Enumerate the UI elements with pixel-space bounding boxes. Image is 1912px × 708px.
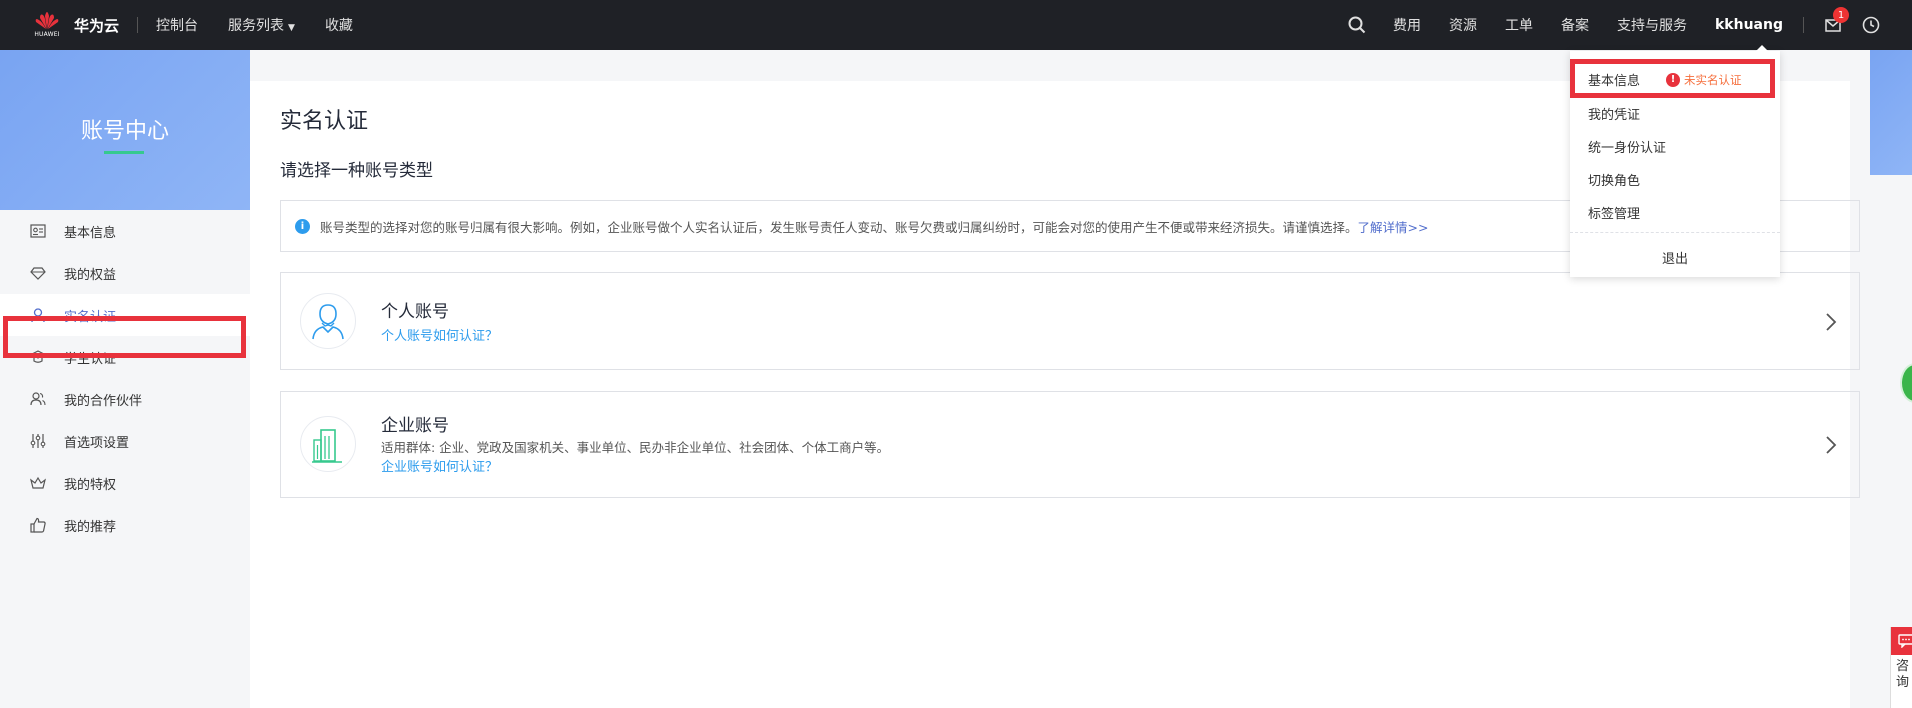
sidebar-item-basic-info[interactable]: 基本信息 — [0, 210, 250, 252]
logout-button[interactable]: 退出 — [1570, 248, 1780, 267]
consult-widget[interactable]: 咨 询 — [1890, 627, 1912, 708]
chevron-right-icon — [1826, 313, 1837, 331]
nav-support[interactable]: 支持与服务 — [1617, 15, 1687, 35]
notice-text: 账号类型的选择对您的账号归属有很大影响。例如，企业账号做个人实名认证后，发生账号… — [320, 219, 1358, 235]
menu-item-iam[interactable]: 统一身份认证 — [1588, 137, 1666, 156]
user-dropdown-menu: 基本信息 ! 未实名认证 我的凭证 统一身份认证 切换角色 标签管理 退出 — [1570, 45, 1780, 277]
building-icon — [300, 416, 356, 472]
mail-icon[interactable]: 1 — [1824, 7, 1849, 34]
title-underline — [104, 151, 144, 154]
sidebar-item-benefits[interactable]: 我的权益 — [0, 252, 250, 294]
divider — [1803, 17, 1804, 33]
nav-icp-filing[interactable]: 备案 — [1561, 15, 1589, 35]
chevron-right-icon — [1826, 436, 1837, 454]
top-navbar: HUAWEI 华为云 控制台 服务列表 ▼ 收藏 费用 资源 工单 备案 支持与服… — [0, 0, 1912, 50]
menu-item-credentials[interactable]: 我的凭证 — [1588, 104, 1640, 123]
nav-billing[interactable]: 费用 — [1393, 15, 1421, 35]
brand-name: 华为云 — [74, 16, 120, 35]
sidebar-item-referrals[interactable]: 我的推荐 — [0, 504, 250, 546]
sidebar-item-label: 我的推荐 — [64, 519, 117, 535]
sliders-icon — [30, 434, 46, 448]
floating-assistant-button[interactable] — [1900, 363, 1912, 403]
nav-service-list-label: 服务列表 — [228, 18, 285, 34]
nav-favorites[interactable]: 收藏 — [325, 15, 353, 35]
thumbs-up-icon — [30, 517, 46, 533]
caret-down-icon: ▼ — [288, 23, 295, 33]
sidebar-item-label: 首选项设置 — [64, 435, 130, 451]
sidebar-item-label: 基本信息 — [64, 225, 117, 241]
sidebar-item-label: 学生认证 — [64, 351, 117, 367]
sidebar: 基本信息 我的权益 实名认证 学生认证 我的合作伙伴 首选项设置 我的特权 我的… — [0, 210, 250, 546]
search-icon[interactable] — [1347, 15, 1367, 35]
personal-account-help-link[interactable]: 个人账号如何认证？ — [381, 325, 498, 344]
menu-item-basic-info[interactable]: 基本信息 ! 未实名认证 — [1588, 70, 1742, 89]
user-menu-trigger[interactable]: kkhuang — [1715, 17, 1783, 33]
nav-service-list[interactable]: 服务列表 ▼ — [228, 15, 295, 35]
huawei-petal-icon — [35, 12, 59, 29]
profile-card-icon — [30, 224, 46, 238]
nav-tickets[interactable]: 工单 — [1505, 15, 1533, 35]
nav-console[interactable]: 控制台 — [156, 15, 198, 35]
menu-item-tag-management[interactable]: 标签管理 — [1588, 203, 1640, 222]
sidebar-item-preferences[interactable]: 首选项设置 — [0, 420, 250, 462]
learn-more-link[interactable]: 了解详情>> — [1358, 217, 1429, 236]
info-icon: i — [295, 218, 310, 234]
personal-account-option[interactable]: 个人账号 个人账号如何认证？ — [280, 272, 1860, 370]
account-center-banner: 账号中心 — [0, 50, 250, 210]
consult-label: 咨 询 — [1896, 659, 1910, 690]
warning-icon: ! — [1666, 72, 1681, 87]
divider — [137, 17, 139, 33]
menu-item-label: 基本信息 — [1588, 74, 1641, 89]
sidebar-item-privileges[interactable]: 我的特权 — [0, 462, 250, 504]
menu-item-switch-role[interactable]: 切换角色 — [1588, 170, 1640, 189]
unverified-label: 未实名认证 — [1684, 72, 1742, 87]
enterprise-account-option[interactable]: 企业账号 适用群体: 企业、党政及国家机关、事业单位、民办非企业单位、社会团体、… — [280, 391, 1860, 498]
menu-divider — [1570, 232, 1780, 233]
diamond-icon — [30, 267, 46, 280]
huawei-logo[interactable]: HUAWEI 华为云 — [30, 0, 119, 50]
sidebar-item-label: 实名认证 — [64, 309, 117, 325]
partner-icon — [30, 392, 46, 406]
sidebar-item-student[interactable]: 学生认证 — [0, 336, 250, 378]
sidebar-item-real-name[interactable]: 实名认证 — [0, 294, 250, 336]
section-subtitle: 请选择一种账号类型 — [280, 161, 433, 181]
sidebar-item-label: 我的特权 — [64, 477, 117, 493]
clock-icon[interactable] — [1862, 16, 1880, 34]
unverified-badge: ! 未实名认证 — [1666, 72, 1742, 88]
user-icon — [31, 308, 45, 323]
graduation-cap-icon — [30, 350, 46, 363]
chat-icon — [1891, 627, 1912, 655]
nav-resources[interactable]: 资源 — [1449, 15, 1477, 35]
page-title: 实名认证 — [280, 109, 369, 134]
logo-wordmark: HUAWEI — [34, 31, 60, 38]
person-avatar-icon — [300, 293, 356, 349]
enterprise-account-title: 企业账号 — [381, 416, 449, 436]
personal-account-title: 个人账号 — [381, 302, 449, 322]
sidebar-item-label: 我的合作伙伴 — [64, 393, 143, 409]
mail-count-badge: 1 — [1833, 7, 1849, 23]
banner-background — [1870, 50, 1912, 175]
enterprise-account-desc: 适用群体: 企业、党政及国家机关、事业单位、民办非企业单位、社会团体、个体工商户… — [381, 440, 890, 455]
sidebar-item-partners[interactable]: 我的合作伙伴 — [0, 378, 250, 420]
enterprise-account-help-link[interactable]: 企业账号如何认证？ — [381, 456, 498, 475]
account-center-title: 账号中心 — [80, 119, 169, 144]
sidebar-item-label: 我的权益 — [64, 267, 117, 283]
crown-icon — [30, 476, 46, 489]
